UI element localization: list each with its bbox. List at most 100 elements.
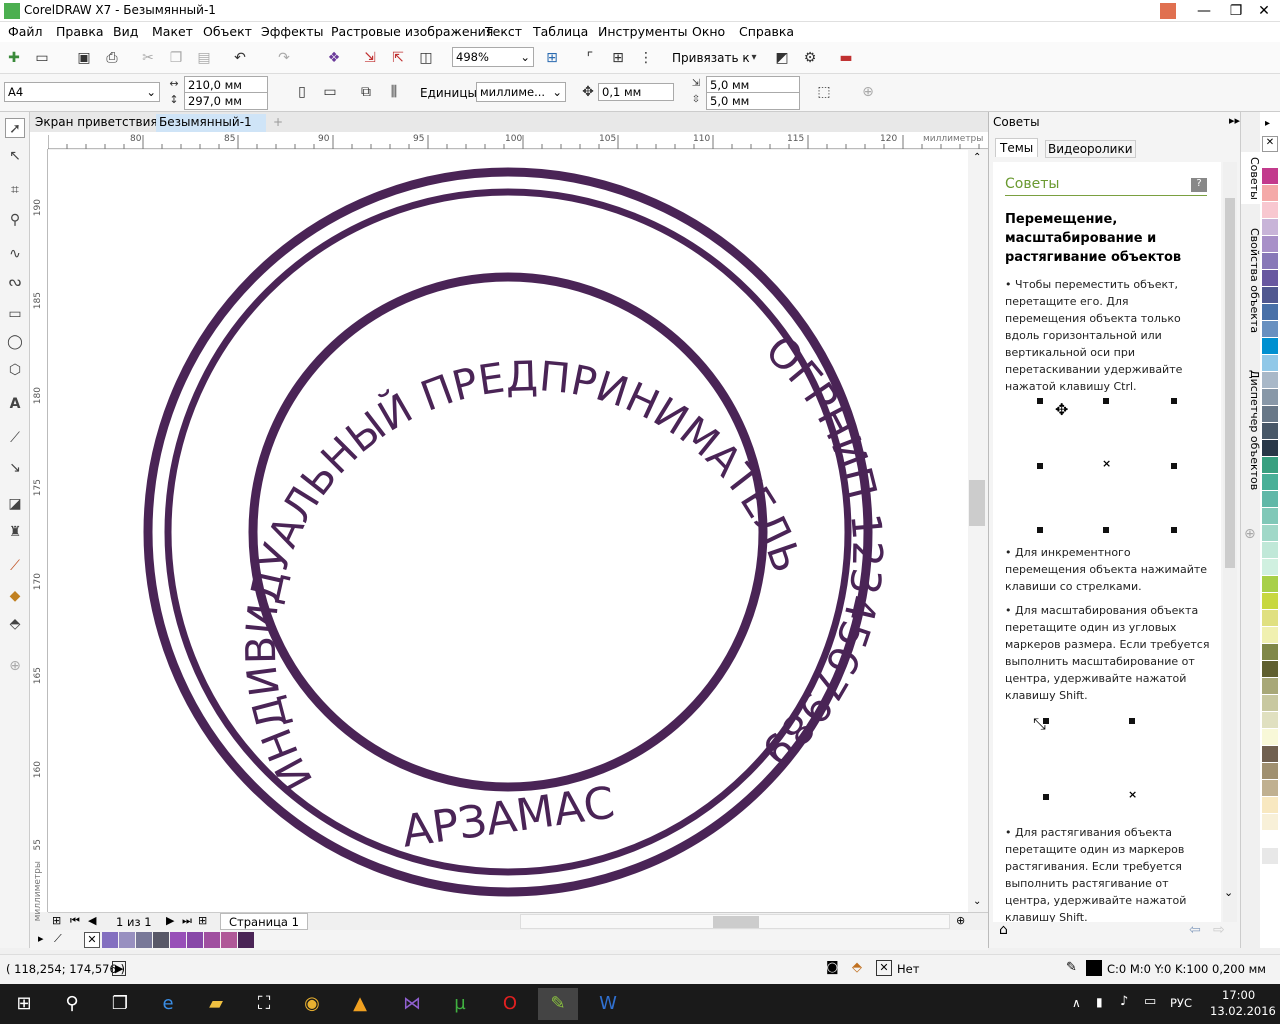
color-swatch[interactable] bbox=[1262, 712, 1278, 728]
color-swatch[interactable] bbox=[1262, 304, 1278, 320]
color-swatch[interactable] bbox=[1262, 525, 1278, 541]
ellipse-tool-icon[interactable]: ◯ bbox=[5, 332, 25, 352]
last-page-icon[interactable]: ⏭ bbox=[182, 914, 192, 928]
polygon-tool-icon[interactable]: ⬡ bbox=[5, 360, 25, 380]
color-swatch[interactable] bbox=[1262, 695, 1278, 711]
zoom-tool-icon[interactable]: ⚲ bbox=[5, 210, 25, 230]
clock-time[interactable]: 17:00 bbox=[1222, 988, 1255, 1002]
menu-help[interactable]: Справка bbox=[739, 24, 794, 39]
show-rulers-icon[interactable]: ⌜ bbox=[580, 48, 600, 68]
color-swatch[interactable] bbox=[1262, 542, 1278, 558]
color-swatch[interactable] bbox=[1262, 678, 1278, 694]
portrait-icon[interactable]: ▯ bbox=[292, 82, 312, 102]
menu-view[interactable]: Вид bbox=[113, 24, 138, 39]
zoom-level-select[interactable]: 498% ⌄ bbox=[452, 47, 534, 67]
color-swatch[interactable] bbox=[1262, 253, 1278, 269]
network-icon[interactable]: ▮ bbox=[1096, 995, 1103, 1009]
current-page-icon[interactable]: ⫼ bbox=[384, 82, 404, 102]
application-launcher-icon[interactable]: ▬ bbox=[836, 48, 856, 68]
menu-table[interactable]: Таблица bbox=[533, 24, 588, 39]
color-swatch[interactable] bbox=[1262, 661, 1278, 677]
notification-icon[interactable]: ▭ bbox=[1144, 994, 1156, 1009]
smart-fill-icon[interactable]: ⬘ bbox=[5, 614, 25, 634]
menu-window[interactable]: Окно bbox=[692, 24, 725, 39]
color-swatch[interactable] bbox=[1262, 797, 1278, 813]
import-icon[interactable]: ⇲ bbox=[360, 48, 380, 68]
color-swatch[interactable] bbox=[1262, 219, 1278, 235]
export-icon[interactable]: ⇱ bbox=[388, 48, 408, 68]
color-swatch[interactable] bbox=[1262, 644, 1278, 660]
scroll-up-icon[interactable]: ⌃ bbox=[973, 152, 981, 163]
drawing-canvas[interactable]: ИНДИВИДУАЛЬНЫЙ ПРЕДПРИНИМАТЕЛЬ ОГРНИП 12… bbox=[48, 150, 968, 912]
add-icon[interactable]: ⊕ bbox=[858, 82, 878, 102]
next-page-icon[interactable]: ▶ bbox=[166, 914, 174, 927]
menu-edit[interactable]: Правка bbox=[56, 24, 104, 39]
all-pages-icon[interactable]: ⧉ bbox=[356, 82, 376, 102]
connector-tool-icon[interactable]: ↘ bbox=[5, 458, 25, 478]
color-swatch[interactable] bbox=[119, 932, 135, 948]
color-swatch[interactable] bbox=[1262, 780, 1278, 796]
docker-collapse-icon[interactable]: ▸▸ bbox=[1229, 114, 1240, 127]
color-swatch[interactable] bbox=[1262, 236, 1278, 252]
palette-expand-icon[interactable]: ▸ bbox=[38, 932, 44, 945]
page-size-select[interactable]: A4 ⌄ bbox=[4, 82, 160, 102]
tab-welcome-screen[interactable]: Экран приветствия bbox=[32, 114, 161, 132]
color-swatch[interactable] bbox=[238, 932, 254, 948]
freehand-tool-icon[interactable]: ∿ bbox=[5, 244, 25, 264]
color-swatch[interactable] bbox=[1262, 321, 1278, 337]
pick-tool-icon[interactable]: ➚ bbox=[5, 118, 25, 138]
text-tool-icon[interactable]: A bbox=[5, 394, 25, 414]
menu-bitmaps[interactable]: Растровые изображения bbox=[331, 24, 493, 39]
ruler-origin[interactable] bbox=[30, 132, 48, 149]
play-icon[interactable]: ▶ bbox=[112, 961, 127, 976]
color-swatch[interactable] bbox=[1262, 508, 1278, 524]
color-swatch[interactable] bbox=[204, 932, 220, 948]
treat-as-filled-icon[interactable]: ⬚ bbox=[814, 82, 834, 102]
no-color-swatch[interactable]: ✕ bbox=[1262, 136, 1278, 152]
units-select[interactable]: миллиме... ⌄ bbox=[476, 82, 566, 102]
prev-page-icon[interactable]: ◀ bbox=[88, 914, 96, 927]
menu-tools[interactable]: Инструменты bbox=[598, 24, 687, 39]
interactive-fill-icon[interactable]: ◆ bbox=[5, 586, 25, 606]
eyedropper-icon[interactable]: ⟋ bbox=[54, 932, 62, 946]
shape-tool-icon[interactable]: ↖ bbox=[5, 146, 25, 166]
show-guidelines-icon[interactable]: ⋮ bbox=[636, 48, 656, 68]
rectangle-tool-icon[interactable]: ▭ bbox=[5, 304, 25, 324]
full-screen-preview-icon[interactable]: ⊞ bbox=[542, 48, 562, 68]
save-icon[interactable]: ▣ bbox=[74, 48, 94, 68]
copy-icon[interactable]: ❐ bbox=[166, 48, 186, 68]
coreldraw-taskbar-icon[interactable]: ✎ bbox=[538, 988, 578, 1020]
artistic-media-icon[interactable]: ᔓ bbox=[5, 272, 25, 292]
menu-effects[interactable]: Эффекты bbox=[261, 24, 324, 39]
options-icon[interactable]: ⚙ bbox=[800, 48, 820, 68]
color-swatch[interactable] bbox=[1262, 389, 1278, 405]
color-swatch[interactable] bbox=[1262, 576, 1278, 592]
volume-icon[interactable]: ♪ bbox=[1120, 994, 1128, 1009]
crop-tool-icon[interactable]: ⌗ bbox=[5, 180, 25, 200]
minimize-button[interactable]: — bbox=[1186, 0, 1222, 22]
first-page-icon[interactable]: ⏮ bbox=[70, 914, 80, 928]
color-swatch[interactable] bbox=[1262, 474, 1278, 490]
menu-file[interactable]: Файл bbox=[8, 24, 43, 39]
redo-icon[interactable]: ↷ bbox=[274, 48, 294, 68]
color-swatch[interactable] bbox=[1262, 270, 1278, 286]
cut-icon[interactable]: ✂ bbox=[138, 48, 158, 68]
color-swatch[interactable] bbox=[1262, 440, 1278, 456]
no-color-swatch[interactable]: ✕ bbox=[84, 932, 100, 948]
color-swatch[interactable] bbox=[1262, 763, 1278, 779]
color-swatch[interactable] bbox=[221, 932, 237, 948]
scroll-thumb[interactable] bbox=[1225, 198, 1235, 568]
color-swatch[interactable] bbox=[136, 932, 152, 948]
color-swatch[interactable] bbox=[1262, 457, 1278, 473]
page-tab-1[interactable]: Страница 1 bbox=[220, 913, 308, 930]
color-swatch[interactable] bbox=[1262, 729, 1278, 745]
transparency-icon[interactable]: ♜ bbox=[5, 522, 25, 542]
nudge-distance-input[interactable]: 0,1 мм bbox=[598, 83, 674, 101]
task-view-icon[interactable]: ❐ bbox=[100, 988, 140, 1020]
new-document-icon[interactable]: ✚ bbox=[4, 48, 24, 68]
page-height-input[interactable]: 297,0 мм bbox=[184, 92, 268, 110]
fill-icon[interactable]: ⬘ bbox=[852, 960, 862, 975]
color-swatch[interactable] bbox=[1262, 559, 1278, 575]
show-grid-icon[interactable]: ⊞ bbox=[608, 48, 628, 68]
scroll-down-icon[interactable]: ⌄ bbox=[973, 896, 981, 907]
